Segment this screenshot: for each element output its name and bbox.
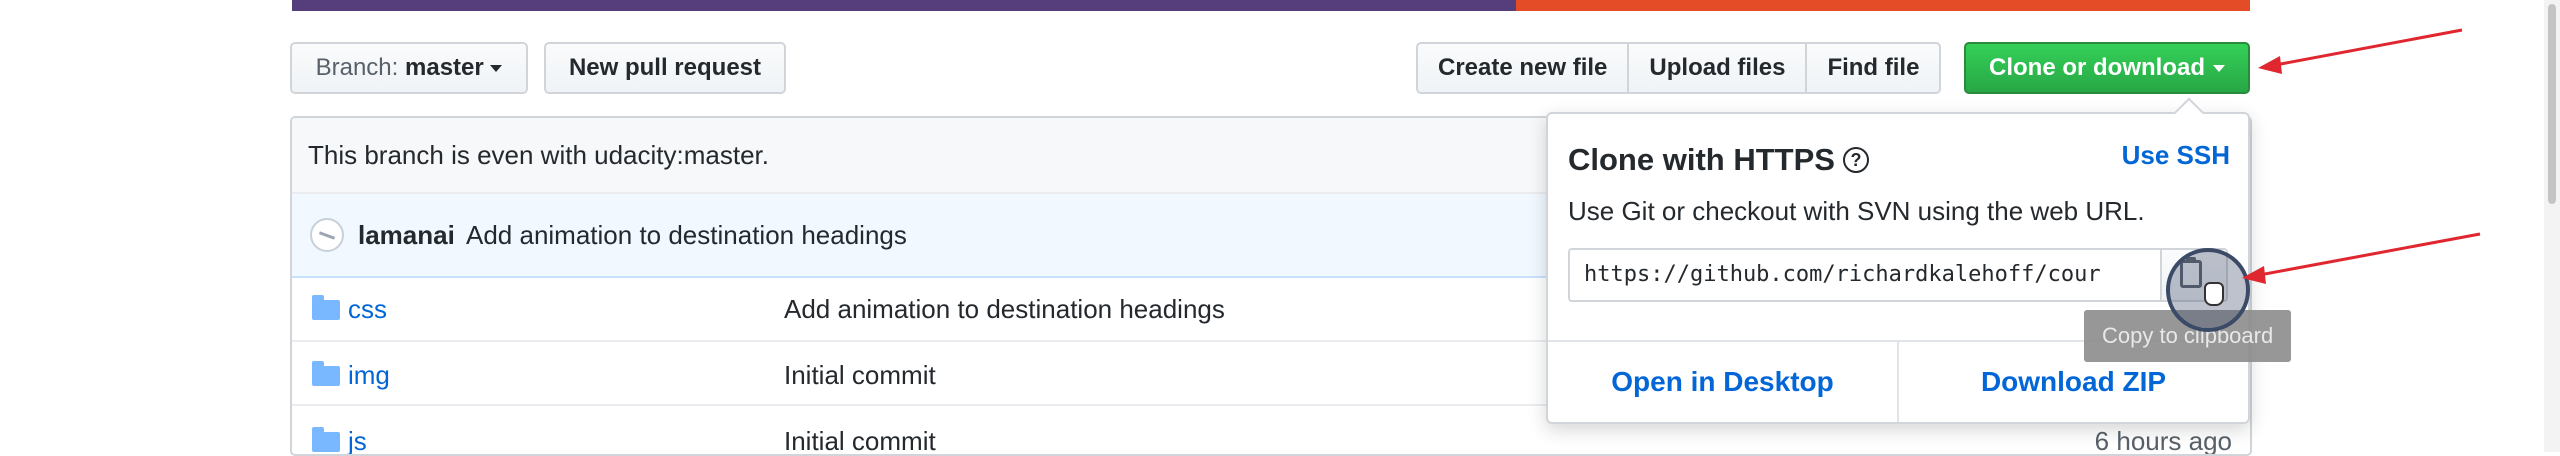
create-new-file-label: Create new file <box>1438 54 1608 81</box>
find-file-label: Find file <box>1827 54 1920 81</box>
language-bar-segment-primary <box>292 0 1516 11</box>
download-zip-label: Download ZIP <box>1980 366 2167 397</box>
clone-popover-title: Clone with HTTPS ? <box>1568 142 1869 178</box>
commit-author-link[interactable]: lamanai <box>358 220 455 251</box>
upload-files-label: Upload files <box>1649 54 1786 81</box>
avatar[interactable] <box>310 218 344 252</box>
file-commit-message[interactable]: Initial commit <box>784 360 936 391</box>
language-bar-segment-secondary <box>1516 0 2250 11</box>
open-in-desktop-label: Open in Desktop <box>1611 366 1834 397</box>
open-in-desktop-button[interactable]: Open in Desktop <box>1548 342 1899 422</box>
find-file-button[interactable]: Find file <box>1805 42 1942 94</box>
clone-url-input[interactable]: https://github.com/richardkalehoff/cour <box>1568 248 2162 302</box>
branch-status-text: This branch is even with udacity:master. <box>308 140 769 170</box>
file-actions-group: Create new file Upload files Find file <box>1416 42 1942 94</box>
repo-language-bar <box>292 0 2250 11</box>
file-commit-message[interactable]: Add animation to destination headings <box>784 294 1225 325</box>
upload-files-button[interactable]: Upload files <box>1627 42 1808 94</box>
new-pull-request-label: New pull request <box>568 54 762 81</box>
clone-description: Use Git or checkout with SVN using the w… <box>1568 196 2145 226</box>
annotation-arrow-copy <box>2242 232 2481 284</box>
folder-icon <box>312 361 340 386</box>
create-new-file-button[interactable]: Create new file <box>1416 42 1630 94</box>
folder-icon <box>312 427 340 452</box>
annotation-arrow-clone <box>2258 28 2463 74</box>
file-name-link[interactable]: img <box>348 360 390 391</box>
clone-popover: Clone with HTTPS ? Use SSH Use Git or ch… <box>1546 97 2250 424</box>
new-pull-request-button[interactable]: New pull request <box>544 42 786 94</box>
branch-label-prefix: Branch: <box>315 54 399 81</box>
help-icon[interactable]: ? <box>1842 147 1869 173</box>
page-scrollbar[interactable] <box>2544 0 2560 452</box>
chevron-down-icon <box>490 64 503 72</box>
scrollbar-thumb[interactable] <box>2548 4 2556 204</box>
file-name-link[interactable]: css <box>348 294 387 325</box>
folder-icon <box>312 295 340 320</box>
commit-message-link[interactable]: Add animation to destination headings <box>466 220 907 251</box>
branch-name: master <box>405 54 484 81</box>
annotation-arrows <box>2242 28 2481 284</box>
clone-title-text: Clone with HTTPS <box>1568 142 1835 177</box>
clone-or-download-label: Clone or download <box>1989 54 2205 81</box>
branch-select-button[interactable]: Branch: master <box>290 42 528 94</box>
